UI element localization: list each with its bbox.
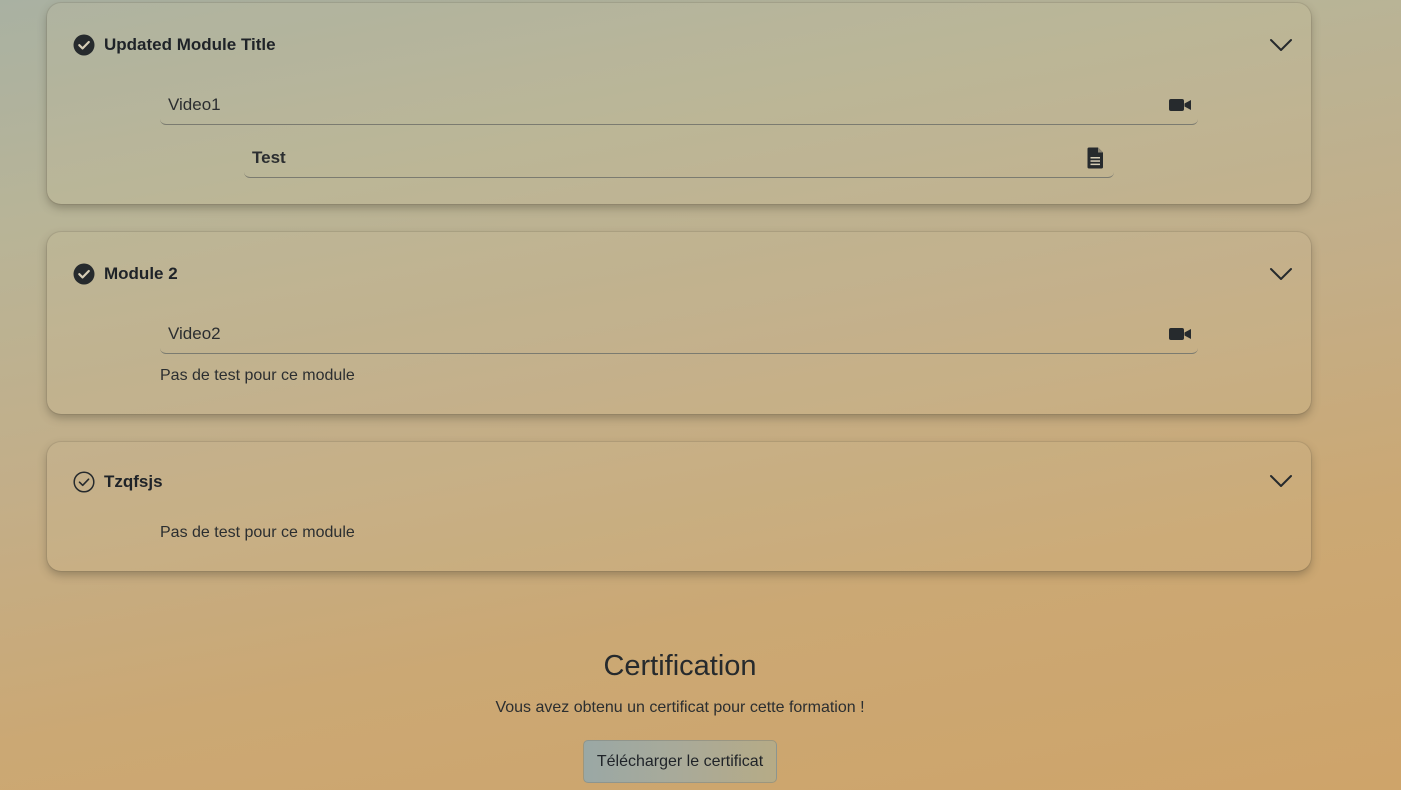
video-title: Video2 [168,323,221,343]
video-item[interactable]: Video2 [160,314,1198,354]
certification-message: Vous avez obtenu un certificat pour cett… [495,699,865,716]
module-title: Updated Module Title [104,35,276,54]
video-title: Video1 [168,94,221,114]
video-item[interactable]: Video1 [160,85,1198,125]
certification-title: Certification [603,650,757,682]
module-header-2[interactable]: Module 2 [73,262,178,286]
chevron-down-icon[interactable] [1269,33,1293,57]
chevron-down-icon[interactable] [1269,262,1293,286]
check-circle-outline-icon [73,471,95,493]
no-test-message: Pas de test pour ce module [160,367,355,384]
module-header-1[interactable]: Updated Module Title [73,33,276,57]
no-test-message: Pas de test pour ce module [160,524,355,541]
module-card-3: Tzqfsjs Pas de test pour ce module [47,442,1311,571]
video-camera-icon [1169,98,1191,111]
module-title: Tzqfsjs [104,472,163,491]
document-icon [1087,147,1103,168]
module-card-1: Updated Module Title Video1 Test [47,3,1311,204]
check-circle-filled-icon [73,263,95,285]
download-certificate-button[interactable]: Télécharger le certificat [583,740,777,783]
chevron-down-icon[interactable] [1269,469,1293,493]
module-title: Module 2 [104,264,178,283]
test-title: Test [252,147,286,167]
check-circle-filled-icon [73,34,95,56]
video-camera-icon [1169,327,1191,340]
module-card-2: Module 2 Video2 Pas de test pour ce modu… [47,232,1311,414]
test-item[interactable]: Test [244,138,1114,178]
module-header-3[interactable]: Tzqfsjs [73,470,163,494]
